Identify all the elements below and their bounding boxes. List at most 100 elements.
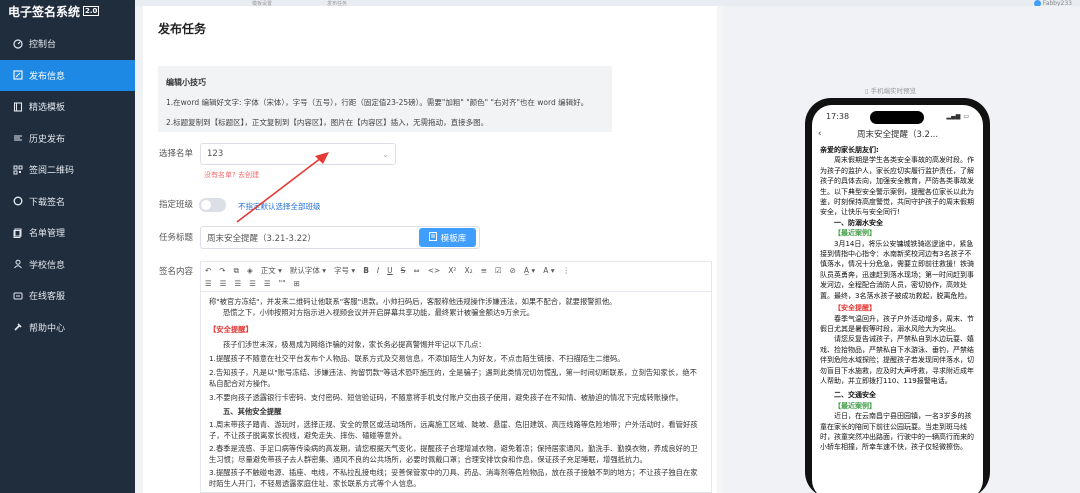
preview-label: ▯ 手机端实时预览 — [865, 87, 917, 95]
dynamic-island — [870, 111, 924, 124]
sidebar-item-qrcode[interactable]: 签阅二维码 — [0, 154, 135, 186]
background-color-icon[interactable]: A ▾ — [543, 266, 554, 275]
bold-icon[interactable]: B — [363, 266, 369, 275]
paragraph: 1.周末带孩子踏青、游玩时，选择正规、安全的景区或活动场所，远离施工区域、陡坡、… — [209, 420, 698, 440]
dashboard-icon — [12, 38, 23, 49]
safety-tip-heading: 【安全提醒】 — [834, 304, 876, 313]
status-icons: ▂▄▆ ▭ — [946, 113, 969, 120]
app-logo: 电子签名系统 2.0 — [0, 0, 135, 22]
font-size-select[interactable]: 字号 ▾ — [334, 265, 355, 276]
case-tag: 【最近案例】 — [834, 401, 876, 410]
more-icon[interactable]: ⋮ — [562, 266, 570, 275]
phone-navbar: ‹ 周末安全提醒（3.2... — [812, 127, 983, 141]
template-library-button[interactable]: 模板库 — [419, 228, 476, 247]
sidebar-item-label: 历史发布 — [29, 134, 66, 145]
link-icon[interactable]: ⇔ — [413, 266, 419, 275]
table-icon[interactable]: ⊞ — [294, 279, 300, 288]
class-label: 指定班级 — [158, 200, 193, 210]
sidebar-item-download[interactable]: 下载签名 — [0, 186, 135, 218]
paragraph: 3.不要向孩子透露银行卡密码、支付密码、短信验证码，不随意将手机支付账户交由孩子… — [209, 393, 683, 402]
strikethrough-icon[interactable]: S — [401, 266, 406, 275]
indent-icon[interactable]: ☰ — [249, 279, 256, 288]
clear-icon[interactable]: ⊘ — [510, 266, 516, 275]
checkbox-icon[interactable]: ☑ — [495, 266, 502, 275]
editor-toolbar: ↶ ↷ ⧉ ◈ 正文 ▾ 默认字体 ▾ 字号 ▾ B I U S ⇔ <> X²… — [201, 262, 711, 292]
rich-text-editor[interactable]: ↶ ↷ ⧉ ◈ 正文 ▾ 默认字体 ▾ 字号 ▾ B I U S ⇔ <> X²… — [200, 261, 712, 493]
sidebar-item-label: 下载签名 — [29, 197, 66, 208]
editing-tips: 编辑小技巧 1.在word 编辑好文字: 字体（宋体），字号（五号），行距（固定… — [158, 66, 612, 132]
version-badge: 2.0 — [83, 6, 100, 16]
paragraph: 周末假期是学生各类安全事故的高发时段。作为孩子的监护人，家长应切实履行监护责任，… — [820, 156, 974, 217]
tips-heading: 编辑小技巧 — [166, 78, 206, 87]
copy-format-icon[interactable]: ⧉ — [234, 266, 239, 276]
editor-content[interactable]: 称"被官方冻结"，并发来二维码让他联系"客服"退款。小帅扫码后，客服称他违规操作… — [201, 292, 711, 492]
align-left-icon[interactable]: ☰ — [234, 279, 241, 288]
phone-content: 亲爱的家长朋友们: 周末假期是学生各类安全事故的高发时段。作为孩子的监护人，家长… — [812, 141, 983, 457]
superscript-icon[interactable]: X² — [448, 266, 456, 275]
sidebar-item-label: 名单管理 — [29, 229, 66, 240]
sidebar-item-label: 控制台 — [29, 40, 57, 51]
toolbar-row-1: ↶ ↷ ⧉ ◈ 正文 ▾ 默认字体 ▾ 字号 ▾ B I U S ⇔ <> X²… — [205, 264, 707, 277]
phone-screen: 17:38 ▂▄▆ ▭ ‹ 周末安全提醒（3.2... 亲爱的家长朋友们: 周末… — [812, 105, 983, 493]
paragraph: 2.告知孩子，凡是以"账号冻结、涉嫌违法、拘留罚款"等话术恐吓施压的，全是骗子；… — [209, 368, 697, 388]
battery-icon: ▭ — [963, 112, 969, 120]
class-toggle[interactable] — [199, 198, 226, 212]
template-icon — [12, 101, 23, 112]
paragraph: 3.提醒孩子不触碰电源、插座、电线，不私拉乱接电线；妥善保管家中的刀具、药品、消… — [209, 468, 698, 488]
signal-icon: ▂▄▆ — [946, 112, 961, 120]
sidebar-item-service[interactable]: 在线客服 — [0, 280, 135, 312]
font-color-icon[interactable]: A̲ ▾ — [524, 266, 535, 275]
list-icon — [12, 227, 23, 238]
numbered-list-icon[interactable]: ☰ — [220, 279, 227, 288]
chevron-down-icon: ⌄ — [382, 149, 389, 159]
sidebar-item-dashboard[interactable]: 控制台 — [0, 28, 135, 60]
subscript-icon[interactable]: X₂ — [464, 266, 472, 275]
user-icon — [12, 259, 23, 270]
sidebar-item-label: 在线客服 — [29, 292, 66, 303]
help-icon — [12, 322, 23, 333]
redo-icon[interactable]: ↷ — [219, 266, 225, 275]
annotation-arrow — [236, 152, 329, 223]
paragraph-select[interactable]: 正文 ▾ — [261, 265, 282, 276]
safety-tip-heading: 【安全提醒】 — [209, 325, 253, 334]
sidebar-item-history[interactable]: 历史发布 — [0, 123, 135, 155]
sidebar-item-templates[interactable]: 精选模板 — [0, 91, 135, 123]
clear-format-icon[interactable]: ◈ — [247, 266, 253, 275]
status-time: 17:38 — [826, 111, 850, 121]
sidebar-item-roster[interactable]: 名单管理 — [0, 217, 135, 249]
code-icon[interactable]: <> — [428, 266, 441, 275]
main-scrollbar[interactable] — [717, 6, 723, 493]
paragraph: 孩子们涉世未深，极易成为网络诈骗的对象，家长务必提高警惕并牢记以下几点： — [223, 340, 486, 349]
bulleted-list-icon[interactable]: ☰ — [205, 279, 212, 288]
sidebar-item-publish[interactable]: 发布信息 — [0, 59, 135, 91]
greeting: 亲爱的家长朋友们: — [820, 146, 879, 154]
sidebar-item-help[interactable]: 帮助中心 — [0, 312, 135, 344]
paragraph: 1.提醒孩子不随意在社交平台发布个人物品、联系方式及交易信息，不添加陌生人为好友… — [209, 354, 625, 363]
paragraph: 近日，在云南昌宁县田园镇，一名3岁多的孩童在家长的陪同下前往公园玩耍。当走到斑马… — [820, 412, 974, 452]
sidebar-item-school[interactable]: 学校信息 — [0, 249, 135, 281]
paragraph: 2.春季是流感、手足口病等传染病的高发期，请您根据天气变化，提醒孩子合理增减衣物… — [209, 444, 698, 464]
font-family-select[interactable]: 默认字体 ▾ — [290, 265, 326, 276]
back-icon[interactable]: ‹ — [818, 129, 848, 139]
paragraph: 请您反复告诫孩子，严禁私自到水边玩耍、嬉戏、捡拾物品，严禁私自下水游泳、垂钓，严… — [820, 335, 974, 385]
outdent-icon[interactable]: ☰ — [264, 279, 271, 288]
download-icon — [12, 196, 23, 207]
sidebar-item-label: 学校信息 — [29, 260, 66, 271]
section-heading: 五、其他安全提醒 — [223, 407, 282, 416]
tips-line-1: 1.在word 编辑好文字: 字体（宋体），字号（五号），行距（固定值23-25… — [166, 98, 589, 107]
align-icon[interactable]: ≡ — [481, 266, 487, 275]
italic-icon[interactable]: I — [377, 266, 379, 275]
undo-icon[interactable]: ↶ — [205, 266, 211, 275]
paragraph: 3月14日，将乐公安镛城铁骑巡逻途中，紧急接到情指中心指令：水南新奖校河边有3名… — [820, 239, 974, 300]
sidebar-item-label: 精选模板 — [29, 103, 66, 114]
paragraph: 恐慌之下，小帅按照对方指示进入视频会议并开启屏幕共享功能，最终累计被骗金额达9万… — [223, 308, 535, 317]
quote-icon[interactable]: "" — [279, 279, 286, 288]
app-name: 电子签名系统 — [8, 4, 81, 19]
toolbar-row-2: ☰ ☰ ☰ ☰ ☰ "" ⊞ — [205, 277, 707, 290]
phone-mockup: 17:38 ▂▄▆ ▭ ‹ 周末安全提醒（3.2... 亲爱的家长朋友们: 周末… — [805, 98, 990, 493]
content-label: 签名内容 — [158, 267, 193, 277]
template-button-label: 模板库 — [440, 233, 467, 244]
sidebar-item-label: 帮助中心 — [29, 323, 66, 334]
underline-icon[interactable]: U — [387, 266, 393, 275]
sidebar-menu: 控制台 发布信息 精选模板 历史发布 签阅二维码 下载签名 名单管理 学校信息 — [0, 28, 135, 343]
